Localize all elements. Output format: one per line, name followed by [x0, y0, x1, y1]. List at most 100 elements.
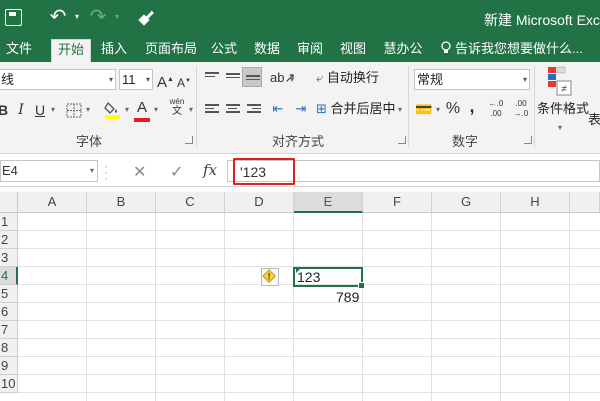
- row-header[interactable]: 10: [0, 375, 18, 393]
- underline-dropdown-icon[interactable]: ▾: [49, 100, 57, 120]
- align-bottom-button[interactable]: [242, 67, 262, 87]
- tab-huibangong[interactable]: 慧办公: [381, 39, 425, 62]
- underline-button[interactable]: U: [33, 100, 47, 120]
- gridline: [18, 248, 600, 249]
- worksheet-grid[interactable]: A B C D E F G H 1 2 3 4 5 6 7 8 9 10: [0, 192, 600, 401]
- cancel-icon[interactable]: ✕: [133, 162, 146, 182]
- tab-view[interactable]: 视图: [339, 39, 367, 62]
- column-header[interactable]: F: [363, 192, 432, 213]
- percent-button[interactable]: %: [444, 99, 462, 119]
- font-dialog-launcher-icon[interactable]: [185, 136, 193, 144]
- error-options-button[interactable]: !: [261, 268, 279, 286]
- merge-center-label: 合并后居中: [330, 101, 396, 116]
- gridline: [18, 230, 600, 231]
- save-icon[interactable]: [5, 9, 22, 26]
- orientation-dropdown-icon[interactable]: ▾: [288, 70, 296, 90]
- row-header[interactable]: 2: [0, 231, 18, 249]
- undo-dropdown-icon[interactable]: ▾: [72, 12, 82, 22]
- align-center-icon[interactable]: [226, 104, 240, 116]
- column-header[interactable]: D: [225, 192, 294, 213]
- number-format-select[interactable]: 常规 ▾: [414, 69, 530, 90]
- font-size-value: 11: [122, 72, 136, 87]
- bold-button[interactable]: B: [0, 100, 10, 120]
- conditional-formatting-button[interactable]: 条件格式: [537, 99, 589, 119]
- chevron-down-icon: ▾: [522, 75, 527, 84]
- shrink-font-button[interactable]: A▼: [176, 71, 192, 93]
- phonetic-icon: wén: [169, 97, 185, 106]
- merge-dropdown-icon[interactable]: ▾: [396, 100, 404, 120]
- row-header[interactable]: 9: [0, 357, 18, 375]
- chevron-down-icon: ▾: [89, 166, 94, 175]
- name-box[interactable]: E4 ▾: [0, 160, 98, 182]
- column-header[interactable]: A: [18, 192, 87, 213]
- enter-check-icon[interactable]: ✓: [170, 162, 183, 182]
- tell-me-box[interactable]: 告诉我您想要做什么...: [440, 39, 583, 59]
- align-middle-icon[interactable]: [226, 73, 240, 85]
- wrap-text-button[interactable]: ⤶ 自动换行: [316, 68, 379, 88]
- gridline: [18, 302, 600, 303]
- font-name-select[interactable]: 线 ▾: [0, 69, 116, 90]
- insert-function-button[interactable]: fx: [203, 161, 217, 179]
- redo-icon[interactable]: ↷: [86, 4, 110, 30]
- column-header[interactable]: C: [156, 192, 225, 213]
- undo-icon[interactable]: ↶: [46, 4, 70, 30]
- row-header[interactable]: 1: [0, 213, 18, 231]
- column-header[interactable]: H: [501, 192, 570, 213]
- gridline: [224, 213, 225, 401]
- row-header[interactable]: 8: [0, 339, 18, 357]
- format-painter-icon[interactable]: [138, 8, 158, 28]
- borders-dropdown-icon[interactable]: ▾: [84, 100, 92, 120]
- row-header[interactable]: 7: [0, 321, 18, 339]
- tab-insert[interactable]: 插入: [99, 39, 129, 62]
- column-header[interactable]: G: [432, 192, 501, 213]
- tell-me-text: 告诉我您想要做什么...: [455, 41, 583, 56]
- font-color-button[interactable]: A: [134, 98, 150, 118]
- column-header[interactable]: E: [294, 192, 363, 213]
- grow-font-button[interactable]: A▲: [157, 70, 174, 93]
- number-dialog-launcher-icon[interactable]: [524, 136, 532, 144]
- fill-color-icon[interactable]: [104, 100, 121, 119]
- gridline: [431, 213, 432, 401]
- accounting-dropdown-icon[interactable]: ▾: [434, 100, 442, 120]
- column-header[interactable]: [570, 192, 600, 213]
- phonetic-button[interactable]: wén 文: [167, 97, 187, 117]
- italic-button[interactable]: I: [14, 100, 28, 120]
- column-header[interactable]: B: [87, 192, 156, 213]
- row-header[interactable]: 6: [0, 303, 18, 321]
- align-right-icon[interactable]: [247, 104, 261, 116]
- decrease-indent-icon[interactable]: ⇤: [268, 99, 288, 119]
- lightbulb-icon: [441, 41, 451, 53]
- comma-button[interactable]: ,: [466, 96, 478, 116]
- increase-decimal-button[interactable]: ←.0 .00: [485, 99, 507, 119]
- row-header[interactable]: 4: [0, 267, 18, 285]
- align-left-icon[interactable]: [205, 104, 219, 116]
- font-color-dropdown-icon[interactable]: ▾: [152, 100, 160, 120]
- font-name-value: 线: [1, 72, 15, 87]
- tab-review[interactable]: 审阅: [296, 39, 324, 62]
- tab-data[interactable]: 数据: [253, 39, 281, 62]
- row-header[interactable]: 5: [0, 285, 18, 303]
- font-size-select[interactable]: 11 ▾: [119, 69, 153, 90]
- cond-format-dropdown-icon[interactable]: ▾: [556, 118, 564, 138]
- phonetic-dropdown-icon[interactable]: ▾: [187, 100, 195, 120]
- decrease-decimal-button[interactable]: .00 →.0: [510, 99, 532, 119]
- align-top-icon[interactable]: [205, 72, 219, 84]
- accounting-format-icon[interactable]: 💳: [414, 99, 434, 119]
- merge-center-button[interactable]: ⊞ 合并后居中: [316, 99, 396, 119]
- tab-home[interactable]: 开始: [51, 39, 91, 62]
- fill-color-dropdown-icon[interactable]: ▾: [123, 100, 131, 120]
- grip-dots-icon[interactable]: · · ·: [104, 160, 108, 184]
- row-header[interactable]: 3: [0, 249, 18, 267]
- align-bottom-icon: [246, 75, 260, 87]
- increase-indent-icon[interactable]: ⇥: [291, 99, 311, 119]
- select-all-corner[interactable]: [0, 192, 18, 213]
- borders-icon[interactable]: [66, 103, 82, 118]
- orientation-icon[interactable]: ab↗: [270, 68, 295, 88]
- format-as-table-button[interactable]: 表: [588, 110, 600, 130]
- conditional-formatting-icon[interactable]: ≠: [546, 65, 574, 97]
- tab-formulas[interactable]: 公式: [210, 39, 238, 62]
- tab-page-layout[interactable]: 页面布局: [143, 39, 199, 62]
- redo-dropdown-icon[interactable]: ▾: [112, 12, 122, 22]
- tab-file[interactable]: 文件: [6, 39, 32, 62]
- alignment-dialog-launcher-icon[interactable]: [398, 136, 406, 144]
